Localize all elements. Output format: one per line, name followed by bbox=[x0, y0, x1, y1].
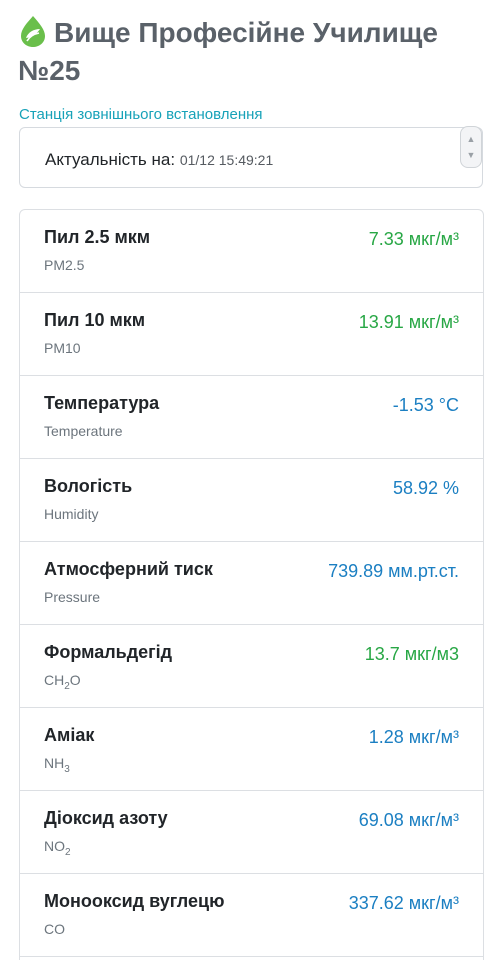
chevron-down-icon[interactable]: ▼ bbox=[461, 150, 481, 160]
measurement-row-humidity: Вологість Humidity 58.92 % bbox=[20, 459, 483, 542]
actuality-select[interactable]: Актуальність на: 01/12 15:49:21 ▲ ▼ bbox=[19, 126, 483, 188]
measurement-row-pm10: Пил 10 мкм PM10 13.91 мкг/м³ bbox=[20, 293, 483, 376]
measurement-value: 13.91 мкг/м³ bbox=[358, 312, 459, 332]
formula-index: 2 bbox=[65, 846, 71, 858]
measurement-value: 69.08 мкг/м³ bbox=[358, 810, 459, 830]
measurement-row-ammonia: Аміак NH3 1.28 мкг/м³ bbox=[20, 708, 483, 791]
formula-main: CH bbox=[44, 672, 65, 688]
measurement-value: 13.7 мкг/м3 bbox=[364, 644, 459, 664]
measurement-name: Пил 2.5 мкм bbox=[44, 227, 151, 247]
measurement-sub: CH2O bbox=[44, 672, 81, 692]
page-title-text: Вище Професійне Училище №25 bbox=[18, 17, 438, 86]
measurement-name: Діоксид азоту bbox=[44, 808, 168, 828]
leaf-logo-icon bbox=[18, 14, 48, 48]
measurement-name: Монооксид вуглецю bbox=[44, 891, 225, 911]
measurement-value: 1.28 мкг/м³ bbox=[368, 727, 459, 747]
measurement-sub: PM10 bbox=[44, 340, 81, 356]
measurement-name: Атмосферний тиск bbox=[44, 559, 213, 579]
measurement-row-pm25: Пил 2.5 мкм PM2.5 7.33 мкг/м³ bbox=[20, 210, 483, 293]
actuality-label: Актуальність на: 01/12 15:49:21 bbox=[45, 150, 273, 170]
chevron-up-icon[interactable]: ▲ bbox=[461, 134, 481, 144]
time-spinner[interactable]: ▲ ▼ bbox=[460, 126, 482, 168]
measurement-value: 739.89 мм.рт.ст. bbox=[328, 561, 459, 581]
measurement-value: 58.92 % bbox=[392, 478, 459, 498]
page-title: Вище Професійне Училище №25 bbox=[18, 14, 488, 90]
measurement-sub: NO2 bbox=[44, 838, 71, 858]
measurement-name: Вологість bbox=[44, 476, 133, 496]
measurement-sub: Pressure bbox=[44, 589, 101, 605]
formula-index: 3 bbox=[64, 763, 70, 775]
measurement-name: Пил 10 мкм bbox=[44, 310, 146, 330]
measurement-sub: CO bbox=[44, 921, 65, 937]
actuality-label-text: Актуальність на: bbox=[45, 150, 176, 169]
measurement-row-no2: Діоксид азоту NO2 69.08 мкг/м³ bbox=[20, 791, 483, 874]
formula-main: NH bbox=[44, 755, 65, 771]
station-link[interactable]: Станція зовнішнього встановлення bbox=[19, 106, 263, 123]
formula-main: NO bbox=[44, 838, 65, 854]
measurement-value: 337.62 мкг/м³ bbox=[348, 893, 459, 913]
measurement-list: Пил 2.5 мкм PM2.5 7.33 мкг/м³ Пил 10 мкм… bbox=[19, 209, 484, 960]
measurement-row-formaldehyde: Формальдегід CH2O 13.7 мкг/м3 bbox=[20, 625, 483, 708]
measurement-sub: NH3 bbox=[44, 755, 70, 775]
measurement-name: Аміак bbox=[44, 725, 95, 745]
measurement-name: Температура bbox=[44, 393, 160, 413]
measurement-row-pressure: Атмосферний тиск Pressure 739.89 мм.рт.с… bbox=[20, 542, 483, 625]
measurement-sub: PM2.5 bbox=[44, 257, 85, 273]
page: Вище Професійне Училище №25 Станція зовн… bbox=[0, 0, 502, 960]
measurement-row-co: Монооксид вуглецю CO 337.62 мкг/м³ bbox=[20, 874, 483, 957]
measurement-sub: Humidity bbox=[44, 506, 99, 522]
measurement-sub: Temperature bbox=[44, 423, 123, 439]
formula-tail: O bbox=[69, 672, 81, 688]
measurement-name: Формальдегід bbox=[44, 642, 173, 662]
measurement-value: 7.33 мкг/м³ bbox=[368, 229, 459, 249]
actuality-value: 01/12 15:49:21 bbox=[179, 152, 274, 168]
measurement-row-temperature: Температура Temperature -1.53 °C bbox=[20, 376, 483, 459]
measurement-value: -1.53 °C bbox=[392, 395, 459, 415]
